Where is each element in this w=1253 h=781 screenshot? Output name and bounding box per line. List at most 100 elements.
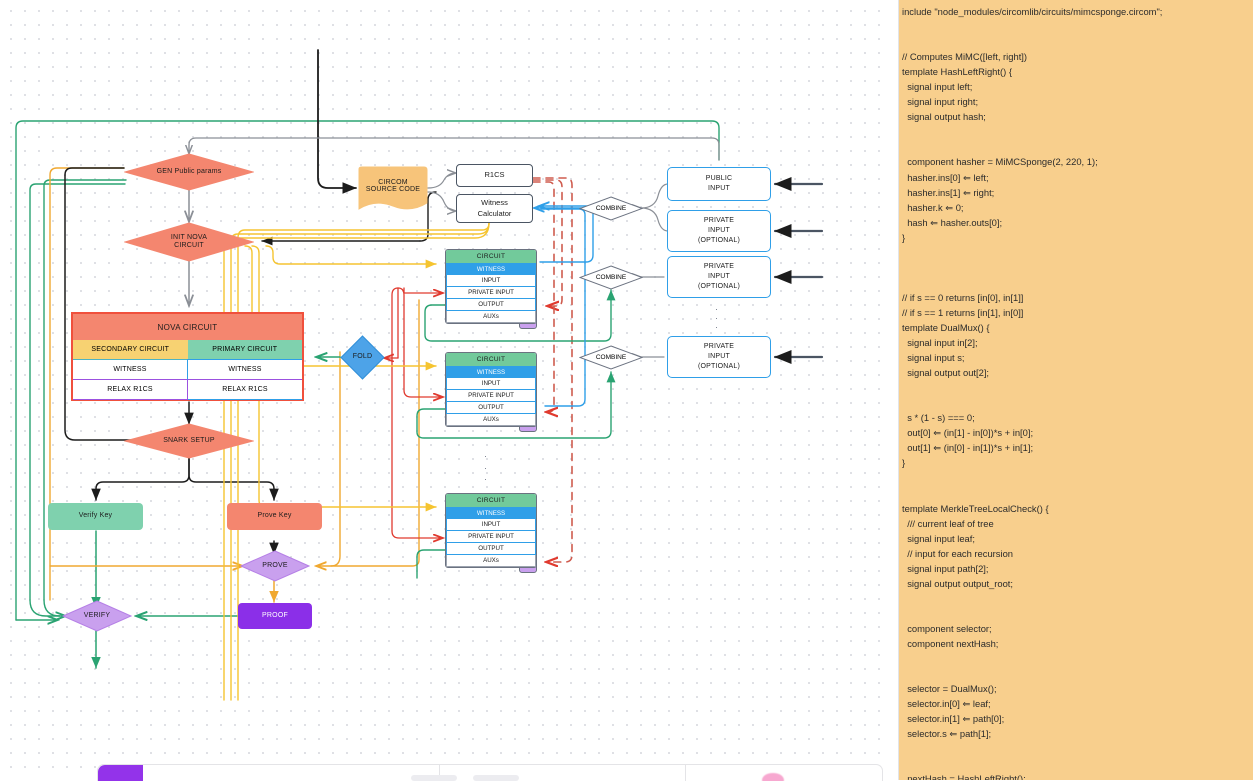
node-label: PROVE xyxy=(262,561,288,569)
code-line: } xyxy=(902,457,906,469)
circuit-witness-row: WITNESS xyxy=(446,263,536,275)
code-line: template HashLeftRight() { xyxy=(902,66,1012,78)
node-label: CIRCOM SOURCE CODE xyxy=(365,179,421,193)
node-label: Witness Calculator xyxy=(477,198,512,218)
code-line: signal input in[2]; xyxy=(902,337,978,349)
code-line: component selector; xyxy=(902,622,992,634)
circuit-auxs-row: AUXs xyxy=(446,311,536,323)
node-label: FOLD xyxy=(352,353,373,361)
code-line: signal input leaf; xyxy=(902,532,975,544)
circuit-private-input-row: PRIVATE INPUT xyxy=(446,287,536,299)
node-verify-key[interactable]: Verify Key xyxy=(48,503,143,530)
code-line: hasher.ins[0] ⇐ left; xyxy=(902,171,989,183)
code-line: // if s == 0 returns [in[0], in[1]] xyxy=(902,291,1024,303)
code-line: template MerkleTreeLocalCheck() { xyxy=(902,502,1049,514)
bottom-panel-section-three[interactable] xyxy=(686,765,882,781)
node-label: PRIVATE INPUT (OPTIONAL) xyxy=(697,216,741,245)
code-line: selector.in[0] ⇐ leaf; xyxy=(902,698,991,710)
node-private-input-optional[interactable]: PRIVATE INPUT (OPTIONAL) xyxy=(667,256,771,298)
node-combine[interactable]: COMBINE xyxy=(579,265,643,290)
code-line: out[1] ⇐ (in[0] - in[1])*s + in[1]; xyxy=(902,442,1034,454)
node-label: COMBINE xyxy=(595,353,627,361)
code-line: s * (1 - s) === 0; xyxy=(902,412,975,424)
circuit-input-row: INPUT xyxy=(446,378,536,390)
ellipsis-dot: · xyxy=(484,462,487,473)
code-line: selector.in[1] ⇐ path[0]; xyxy=(902,713,1005,725)
circuit-body: CIRCUIT WITNESS INPUT PRIVATE INPUT OUTP… xyxy=(445,352,537,427)
nova-secondary-header: SECONDARY CIRCUIT xyxy=(73,340,188,359)
node-proof[interactable]: PROOF xyxy=(238,603,312,629)
node-prove-key[interactable]: Prove Key xyxy=(227,503,322,530)
nova-primary-relax-r1cs: RELAX R1CS xyxy=(188,380,302,400)
node-r1cs[interactable]: R1CS xyxy=(456,164,533,187)
input-ellipsis: · · · xyxy=(715,305,718,332)
code-line: signal input path[2]; xyxy=(902,562,989,574)
code-line: /// current leaf of tree xyxy=(902,517,994,529)
code-line: // if s == 1 returns [in[1], in[0]] xyxy=(902,306,1024,318)
node-label: PRIVATE INPUT (OPTIONAL) xyxy=(697,342,741,371)
circuit-auxs-row: AUXs xyxy=(446,555,536,567)
node-gen-public-params[interactable]: GEN Public params xyxy=(124,153,254,191)
node-label: SNARK SETUP xyxy=(163,436,215,444)
circuit-header: CIRCUIT xyxy=(446,353,536,366)
code-line: signal output hash; xyxy=(902,111,986,123)
bottom-panel-section-two[interactable] xyxy=(440,765,686,781)
code-line: hash ⇐ hasher.outs[0]; xyxy=(902,216,1003,228)
node-snark-setup[interactable]: SNARK SETUP xyxy=(124,423,254,459)
node-nova-circuit-table[interactable]: NOVA CIRCUIT SECONDARY CIRCUIT PRIMARY C… xyxy=(71,312,304,401)
bottom-panel-accent-block xyxy=(98,765,143,781)
bottom-panel-section-one[interactable] xyxy=(143,765,519,781)
node-combine[interactable]: COMBINE xyxy=(579,196,643,221)
code-line: component hasher = MiMCSponge(2, 220, 1)… xyxy=(902,156,1098,168)
circuit-output-row: OUTPUT xyxy=(446,543,536,555)
node-prove[interactable]: PROVE xyxy=(240,550,310,582)
code-line: signal input left; xyxy=(902,81,973,93)
node-label: PUBLIC INPUT xyxy=(705,174,733,192)
node-label: PROOF xyxy=(262,611,288,619)
nova-primary-header: PRIMARY CIRCUIT xyxy=(187,340,302,359)
node-witness-calculator[interactable]: Witness Calculator xyxy=(456,194,533,223)
circuit-private-input-row: PRIVATE INPUT xyxy=(446,531,536,543)
code-line: selector = DualMux(); xyxy=(902,683,997,695)
node-init-nova-circuit[interactable]: INIT NOVA CIRCUIT xyxy=(124,222,254,262)
circuit-input-row: INPUT xyxy=(446,275,536,287)
code-line: component nextHash; xyxy=(902,637,999,649)
node-public-input[interactable]: PUBLIC INPUT xyxy=(667,167,771,201)
circuit-private-input-row: PRIVATE INPUT xyxy=(446,390,536,402)
node-combine[interactable]: COMBINE xyxy=(579,345,643,370)
code-line: template DualMux() { xyxy=(902,321,990,333)
code-line: nextHash = HashLeftRight(); xyxy=(902,773,1026,780)
nova-secondary-witness: WITNESS xyxy=(73,359,187,380)
circuit-body: CIRCUIT WITNESS INPUT PRIVATE INPUT OUTP… xyxy=(445,493,537,568)
node-circom-source-code[interactable]: CIRCOM SOURCE CODE xyxy=(357,165,429,213)
node-label: R1CS xyxy=(484,170,505,180)
code-line: // Computes MiMC([left, right]) xyxy=(902,51,1028,63)
node-label: COMBINE xyxy=(595,204,627,212)
diagram-canvas[interactable]: GEN Public params INIT NOVA CIRCUIT NOVA… xyxy=(0,0,890,780)
nova-title: NOVA CIRCUIT xyxy=(73,314,302,340)
code-line: hasher.ins[1] ⇐ right; xyxy=(902,186,995,198)
node-verify[interactable]: VERIFY xyxy=(62,600,132,632)
nova-header-row: SECONDARY CIRCUIT PRIMARY CIRCUIT xyxy=(73,340,302,359)
bottom-toolbar-panel[interactable] xyxy=(97,764,883,781)
node-fold[interactable]: FOLD xyxy=(340,335,385,380)
node-label: Prove Key xyxy=(257,512,292,520)
node-label: COMBINE xyxy=(595,273,627,281)
code-line: } xyxy=(902,231,906,243)
code-panel[interactable]: include "node_modules/circomlib/circuits… xyxy=(890,0,1253,780)
node-private-input-optional[interactable]: PRIVATE INPUT (OPTIONAL) xyxy=(667,336,771,378)
ellipsis-dot: · xyxy=(484,474,487,484)
circuit-body: CIRCUIT WITNESS INPUT PRIVATE INPUT OUTP… xyxy=(445,249,537,324)
code-lines[interactable]: include "node_modules/circomlib/circuits… xyxy=(899,0,1253,780)
node-private-input-optional[interactable]: PRIVATE INPUT (OPTIONAL) xyxy=(667,210,771,252)
node-label: GEN Public params xyxy=(156,167,222,175)
nova-witness-row: WITNESS WITNESS xyxy=(73,359,302,380)
